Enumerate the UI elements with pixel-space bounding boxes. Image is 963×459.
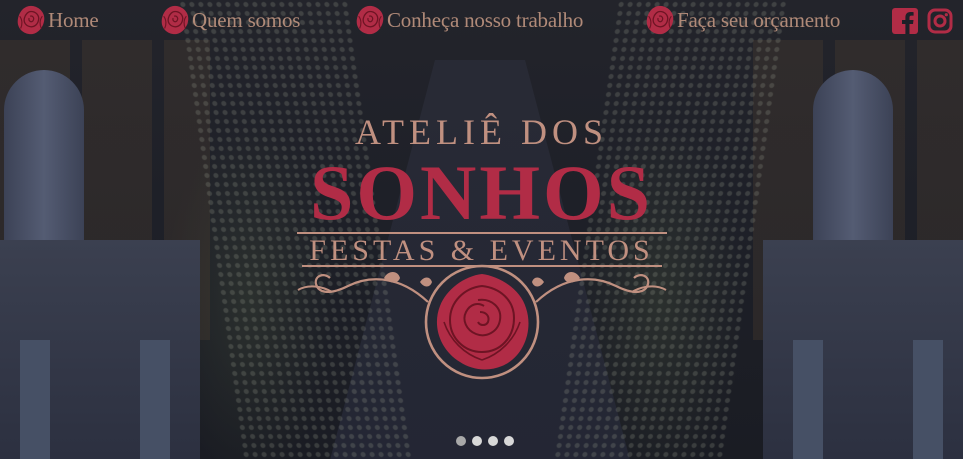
rose-icon	[646, 5, 674, 35]
pedestal-right	[763, 240, 963, 459]
top-navigation: Home Quem somos Conheça nosso trabalho F…	[0, 0, 963, 42]
facebook-icon[interactable]	[892, 8, 918, 34]
logo-ornament	[297, 264, 667, 380]
brand-logo: ATELIÊ DOS SONHOS FESTAS & EVENTOS	[0, 110, 963, 268]
nav-orcamento[interactable]: Faça seu orçamento	[641, 3, 840, 37]
pedestal-leg	[913, 340, 943, 459]
nav-quem-somos-label: Quem somos	[192, 7, 301, 32]
hero-banner: Home Quem somos Conheça nosso trabalho F…	[0, 0, 963, 459]
pedestal-leg	[140, 340, 170, 459]
nav-conheca-trabalho-label: Conheça nosso trabalho	[387, 7, 584, 32]
nav-home[interactable]: Home	[12, 3, 99, 37]
carousel-dot[interactable]	[488, 436, 498, 446]
logo-line-1: ATELIÊ DOS	[355, 112, 608, 152]
rose-icon	[161, 5, 189, 35]
instagram-icon[interactable]	[927, 8, 953, 34]
carousel-dot[interactable]	[472, 436, 482, 446]
nav-conheca-trabalho[interactable]: Conheça nosso trabalho	[351, 3, 583, 37]
carousel-dot[interactable]	[456, 436, 466, 446]
pedestal-leg	[793, 340, 823, 459]
rose-icon	[356, 5, 384, 35]
carousel-dot[interactable]	[504, 436, 514, 446]
carousel-indicators	[456, 436, 514, 446]
pedestal-left	[0, 240, 200, 459]
nav-orcamento-label: Faça seu orçamento	[677, 7, 841, 32]
nav-quem-somos[interactable]: Quem somos	[156, 3, 300, 37]
nav-home-label: Home	[48, 7, 99, 32]
logo-line-2: SONHOS	[309, 149, 654, 236]
rose-icon	[17, 5, 45, 35]
pedestal-leg	[20, 340, 50, 459]
